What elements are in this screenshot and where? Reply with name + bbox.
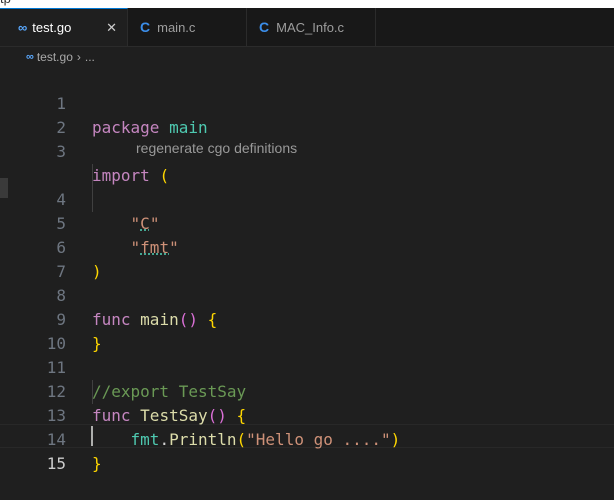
- tab-test-go[interactable]: ∞ test.go ✕: [0, 8, 128, 46]
- go-icon: ∞: [18, 20, 27, 35]
- breadcrumb-separator: ›: [76, 50, 81, 64]
- code-line[interactable]: 11 //export TestSay: [0, 332, 614, 401]
- tab-main-c[interactable]: C main.c: [128, 8, 247, 46]
- code-text: }: [92, 452, 102, 476]
- tab-label: test.go: [32, 20, 72, 35]
- window-title-strip: tp: [0, 0, 614, 8]
- code-line[interactable]: 3 import (: [0, 116, 614, 185]
- window-title-fragment: tp: [0, 0, 11, 6]
- breadcrumb: ∞ test.go › ...: [0, 46, 614, 68]
- code-line[interactable]: 14 }: [0, 404, 614, 473]
- c-language-icon: C: [140, 19, 151, 35]
- editor-tab-bar: ∞ test.go ✕ C main.c C MAC_Info.c: [0, 8, 614, 47]
- code-line[interactable]: 9 }: [0, 284, 614, 353]
- code-line[interactable]: 13 fmt.Println("Hello go ...."): [0, 380, 614, 449]
- code-line[interactable]: 1 package main: [0, 68, 614, 137]
- breadcrumb-file[interactable]: test.go: [37, 50, 73, 64]
- code-line[interactable]: 5 "fmt": [0, 188, 614, 257]
- line-number: 15: [46, 454, 66, 473]
- code-line[interactable]: 8 func main() {: [0, 260, 614, 329]
- code-line[interactable]: 15: [0, 428, 614, 473]
- tab-label: main.c: [157, 19, 196, 35]
- breadcrumb-symbols[interactable]: ...: [85, 50, 95, 64]
- go-icon: ∞: [26, 51, 34, 63]
- code-line[interactable]: 2: [0, 92, 614, 137]
- code-line[interactable]: 4 "C": [0, 164, 614, 233]
- code-line[interactable]: 10: [0, 308, 614, 353]
- code-token: }: [92, 454, 102, 473]
- close-tab-icon[interactable]: ✕: [106, 20, 117, 36]
- code-line[interactable]: 12 func TestSay() {: [0, 356, 614, 425]
- tab-mac-info-c[interactable]: C MAC_Info.c: [247, 8, 376, 46]
- code-editor[interactable]: 1 package main 2 3 import ( regenerate c…: [0, 68, 614, 490]
- line-number: 3: [56, 142, 66, 161]
- code-lens-regenerate-cgo[interactable]: regenerate cgo definitions: [136, 140, 297, 156]
- c-language-icon: C: [259, 19, 270, 35]
- code-line[interactable]: 6 ): [0, 212, 614, 281]
- tab-label: MAC_Info.c: [276, 19, 345, 35]
- code-line[interactable]: 7: [0, 236, 614, 281]
